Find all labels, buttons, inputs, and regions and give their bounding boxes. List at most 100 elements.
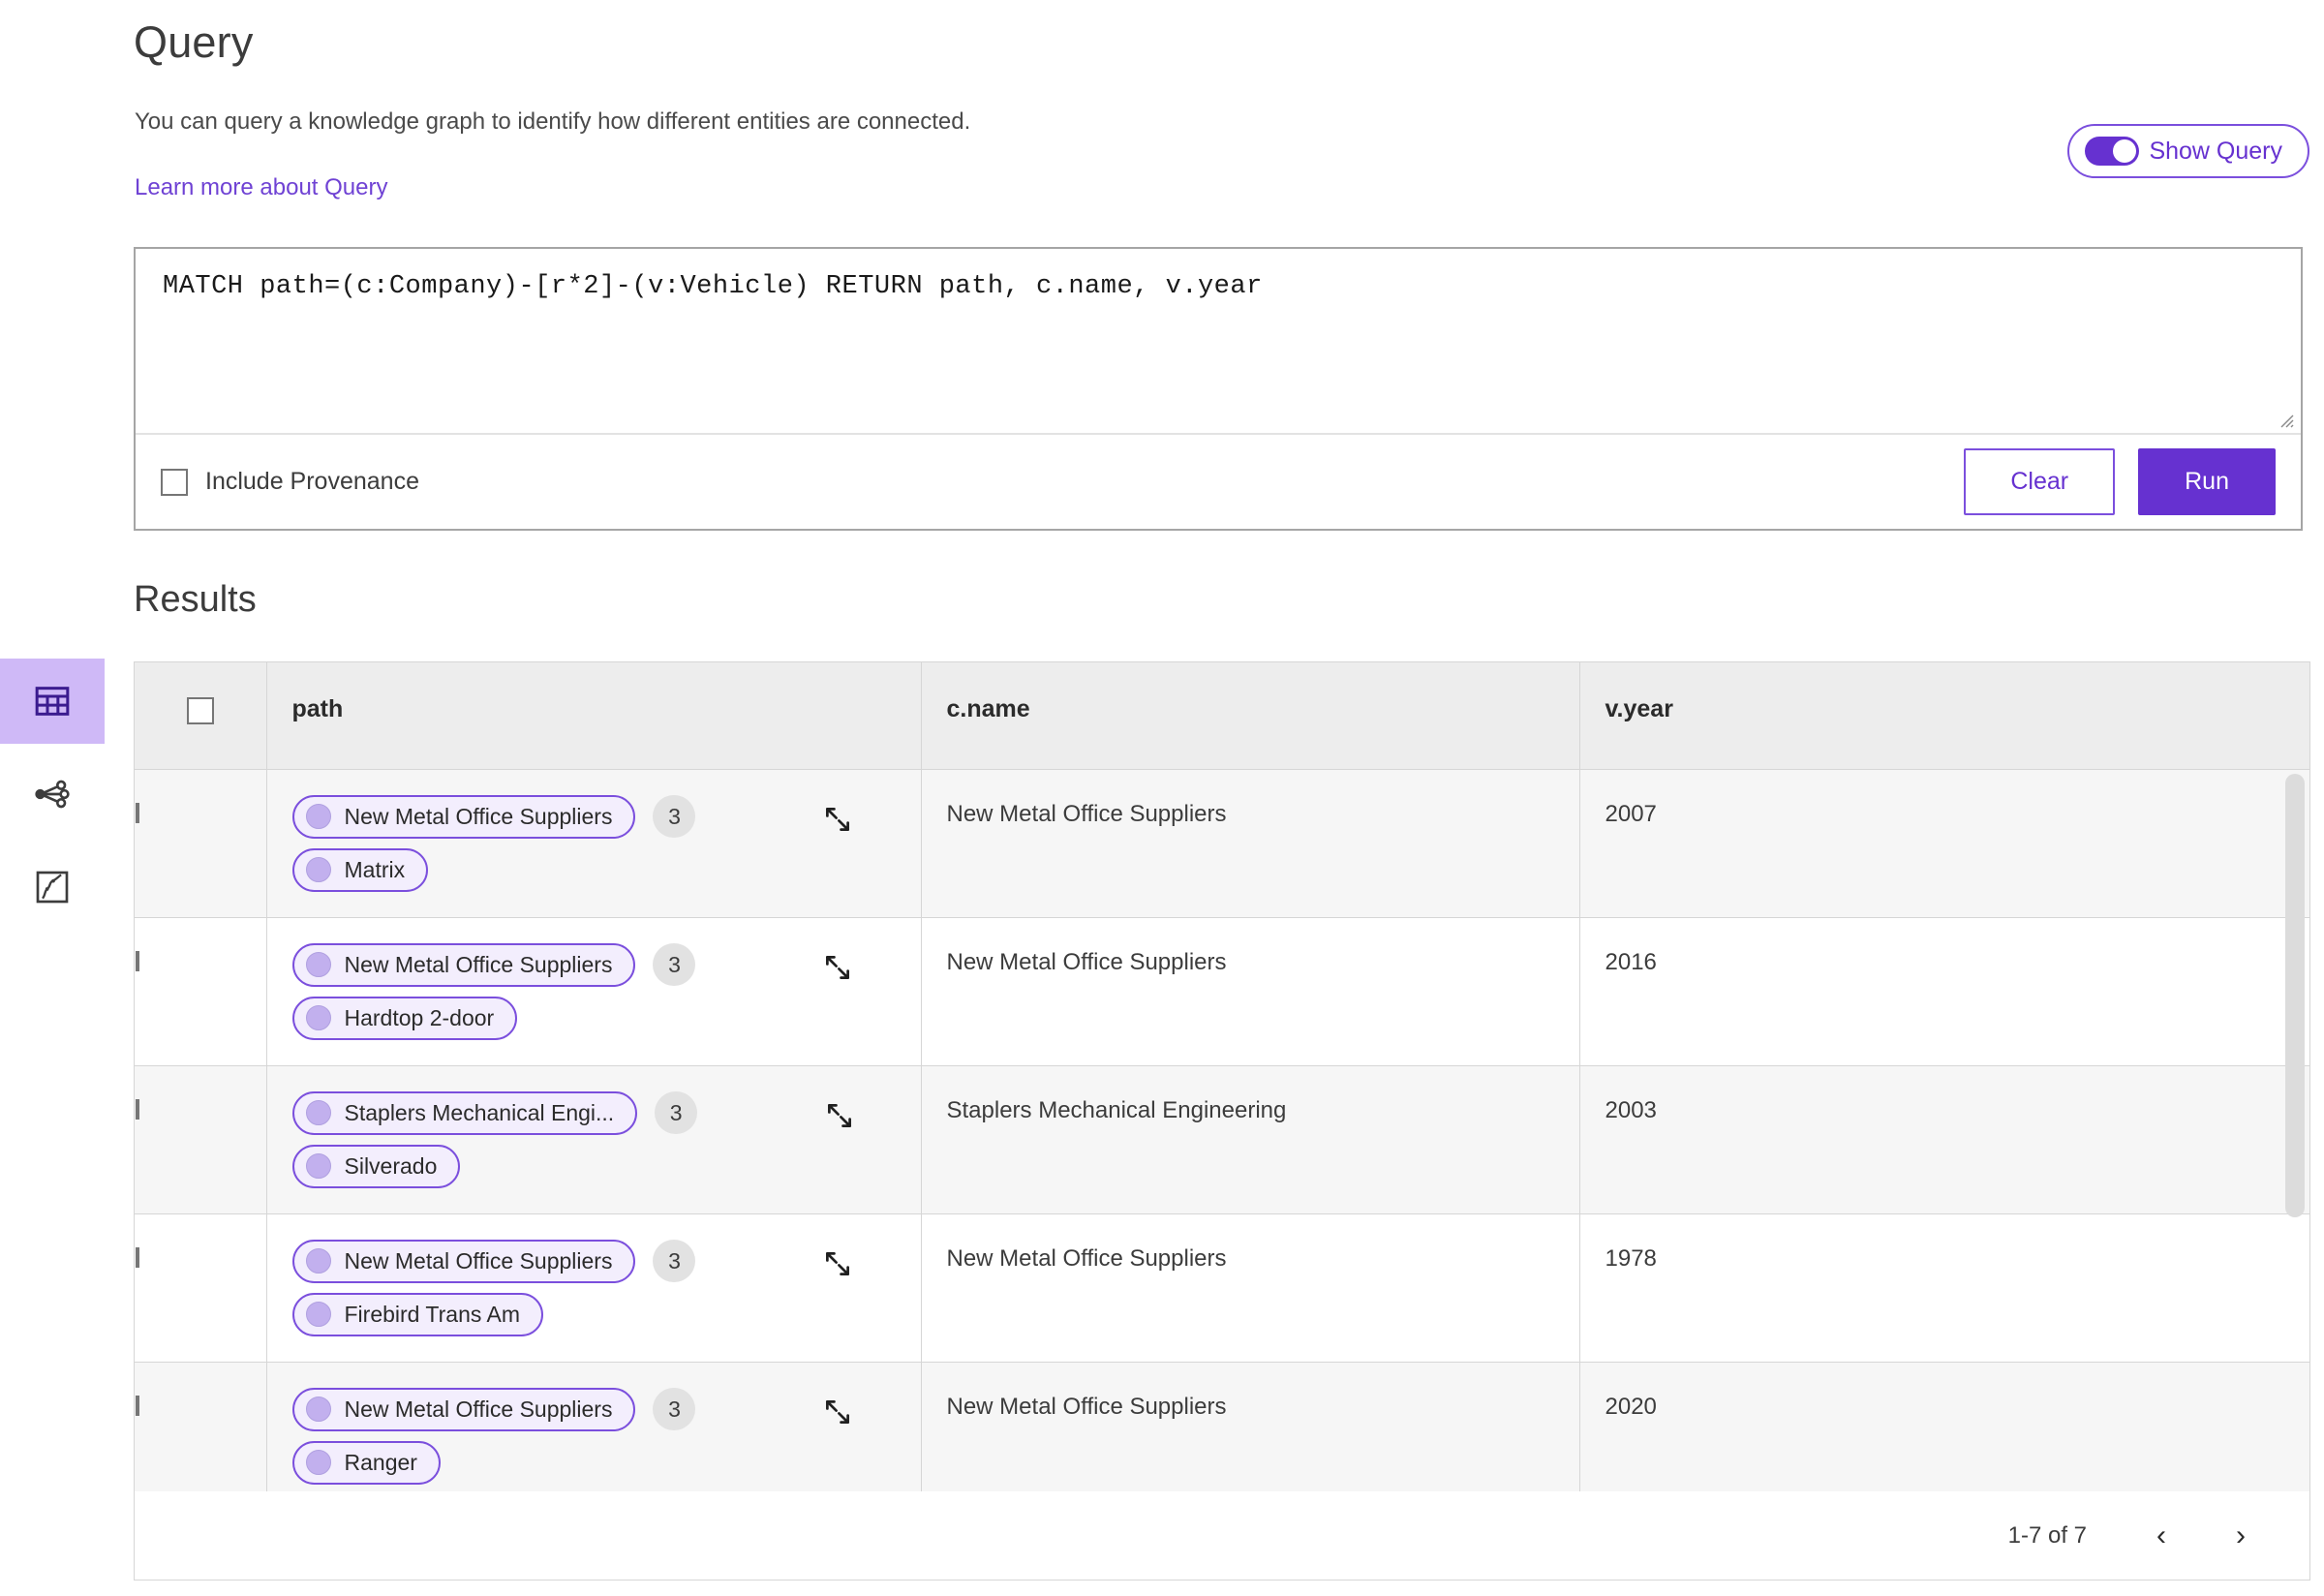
vyear-cell: 2016 [1579,917,2309,1066]
expand-path-icon[interactable] [821,951,854,984]
row-select-cell[interactable] [135,917,267,1066]
run-button[interactable]: Run [2138,448,2276,515]
row-select-cell[interactable] [135,1213,267,1363]
expand-path-icon[interactable] [821,803,854,836]
checkbox-box[interactable] [161,468,188,496]
query-page: Query You can query a knowledge graph to… [0,0,2324,1596]
entity-chip[interactable]: New Metal Office Suppliers [291,1239,636,1283]
expand-path-icon[interactable] [821,1396,854,1428]
entity-chip-label: New Metal Office Suppliers [344,951,613,977]
entity-chip[interactable]: Hardtop 2-door [291,996,518,1040]
column-header-vyear[interactable]: v.year [1579,662,2309,770]
path-chips: New Metal Office Suppliers 3 Firebird Tran… [291,1239,921,1336]
cname-cell: New Metal Office Suppliers [921,917,1580,1066]
entity-chip[interactable]: New Metal Office Suppliers [291,1387,636,1431]
entity-chip[interactable]: New Metal Office Suppliers [291,794,636,839]
path-count-badge[interactable]: 3 [653,795,696,838]
results-vertical-scrollbar[interactable] [2285,774,2305,1246]
row-select-cell[interactable] [135,1362,267,1498]
table-icon [33,682,72,721]
path-chip-row: Staplers Mechanical Engi... 3 [291,1090,921,1135]
vyear-cell: 1978 [1579,1213,2309,1363]
show-query-label: Show Query [2149,137,2282,165]
column-header-cname[interactable]: c.name [921,662,1580,770]
pagination-prev-button[interactable]: ‹ [2156,1520,2166,1550]
entity-dot-icon [305,1100,331,1125]
entity-chip[interactable]: Silverado [291,1144,461,1188]
results-title: Results [134,579,257,620]
entity-chip-label: New Metal Office Suppliers [344,803,613,829]
query-buttons: Clear Run [1964,448,2276,515]
path-count-badge[interactable]: 3 [655,1091,698,1134]
path-cell: Staplers Mechanical Engi... 3 Silverado [266,1065,922,1214]
entity-chip-label: Ranger [344,1449,417,1475]
results-table-scroll[interactable]: path c.name v.year New Metal Office Supp… [134,661,2310,1499]
pagination-next-button[interactable]: › [2236,1520,2246,1550]
cname-cell: New Metal Office Suppliers [921,769,1580,918]
path-chip-row: Matrix [291,847,921,892]
cname-cell: New Metal Office Suppliers [921,1213,1580,1363]
path-chip-row: New Metal Office Suppliers 3 [291,794,921,839]
path-count-badge[interactable]: 3 [653,1388,696,1430]
entity-dot-icon [305,804,331,829]
path-chip-row: Firebird Trans Am [291,1292,921,1336]
row-select-cell[interactable] [135,1065,267,1214]
table-row[interactable]: Staplers Mechanical Engi... 3 Silverado Sta… [135,1065,2309,1214]
table-row[interactable]: New Metal Office Suppliers 3 Hardtop 2-doo… [135,917,2309,1066]
row-checkbox[interactable] [136,1098,139,1120]
entity-chip[interactable]: Staplers Mechanical Engi... [291,1090,638,1135]
entity-dot-icon [305,1396,331,1422]
column-header-path[interactable]: path [266,662,922,770]
sidebar-item-map-view[interactable] [0,844,105,930]
learn-more-link[interactable]: Learn more about Query [135,174,387,201]
table-header: path c.name v.year [135,662,2309,770]
table-row[interactable]: New Metal Office Suppliers 3 Firebird Tran… [135,1213,2309,1363]
entity-chip-label: Matrix [344,856,406,882]
entity-dot-icon [305,952,331,977]
expand-path-icon[interactable] [821,1247,854,1280]
vyear-cell: 2020 [1579,1362,2309,1498]
entity-chip[interactable]: Ranger [291,1440,441,1485]
toggle-knob [2113,139,2137,163]
entity-chip-label: New Metal Office Suppliers [344,1247,613,1274]
expand-path-icon[interactable] [823,1099,856,1132]
entity-dot-icon [305,1153,331,1179]
entity-chip[interactable]: New Metal Office Suppliers [291,942,636,987]
path-count-badge[interactable]: 3 [653,943,696,986]
sidebar-item-table-view[interactable] [0,659,105,744]
cname-cell: New Metal Office Suppliers [921,1362,1580,1498]
entity-dot-icon [305,1450,331,1475]
clear-button[interactable]: Clear [1964,448,2116,515]
include-provenance-checkbox[interactable]: Include Provenance [161,468,419,496]
entity-dot-icon [305,1005,331,1030]
entity-chip[interactable]: Firebird Trans Am [291,1292,543,1336]
path-chips: Staplers Mechanical Engi... 3 Silverado [291,1090,921,1188]
entity-chip-label: Firebird Trans Am [344,1301,521,1327]
table-row[interactable]: New Metal Office Suppliers 3 Matrix New Met… [135,769,2309,918]
path-count-badge[interactable]: 3 [653,1240,696,1282]
entity-dot-icon [305,1248,331,1274]
row-select-cell[interactable] [135,769,267,918]
row-checkbox[interactable] [136,950,139,971]
scrollbar-thumb[interactable] [2285,774,2305,1217]
path-chips: New Metal Office Suppliers 3 Ranger [291,1387,921,1485]
toggle-switch[interactable] [2085,137,2140,166]
show-query-toggle[interactable]: Show Query [2067,124,2309,178]
table-row[interactable]: New Metal Office Suppliers 3 Ranger New Met… [135,1362,2309,1498]
vyear-cell: 2003 [1579,1065,2309,1214]
entity-chip[interactable]: Matrix [291,847,429,892]
map-icon [33,868,72,906]
entity-chip-label: Hardtop 2-door [344,1004,495,1030]
row-checkbox[interactable] [136,802,139,823]
page-subtitle: You can query a knowledge graph to ident… [135,108,971,135]
query-input[interactable] [136,249,2301,433]
sidebar-item-graph-view[interactable] [0,752,105,837]
pagination-range: 1-7 of 7 [2007,1521,2087,1549]
select-all-checkbox[interactable] [186,697,214,724]
view-switcher-rail [0,659,105,937]
path-chip-row: New Metal Office Suppliers 3 [291,942,921,987]
path-chip-row: Hardtop 2-door [291,996,921,1040]
row-checkbox[interactable] [136,1246,139,1268]
query-actions: Include Provenance Clear Run [136,435,2301,529]
row-checkbox[interactable] [136,1395,139,1416]
